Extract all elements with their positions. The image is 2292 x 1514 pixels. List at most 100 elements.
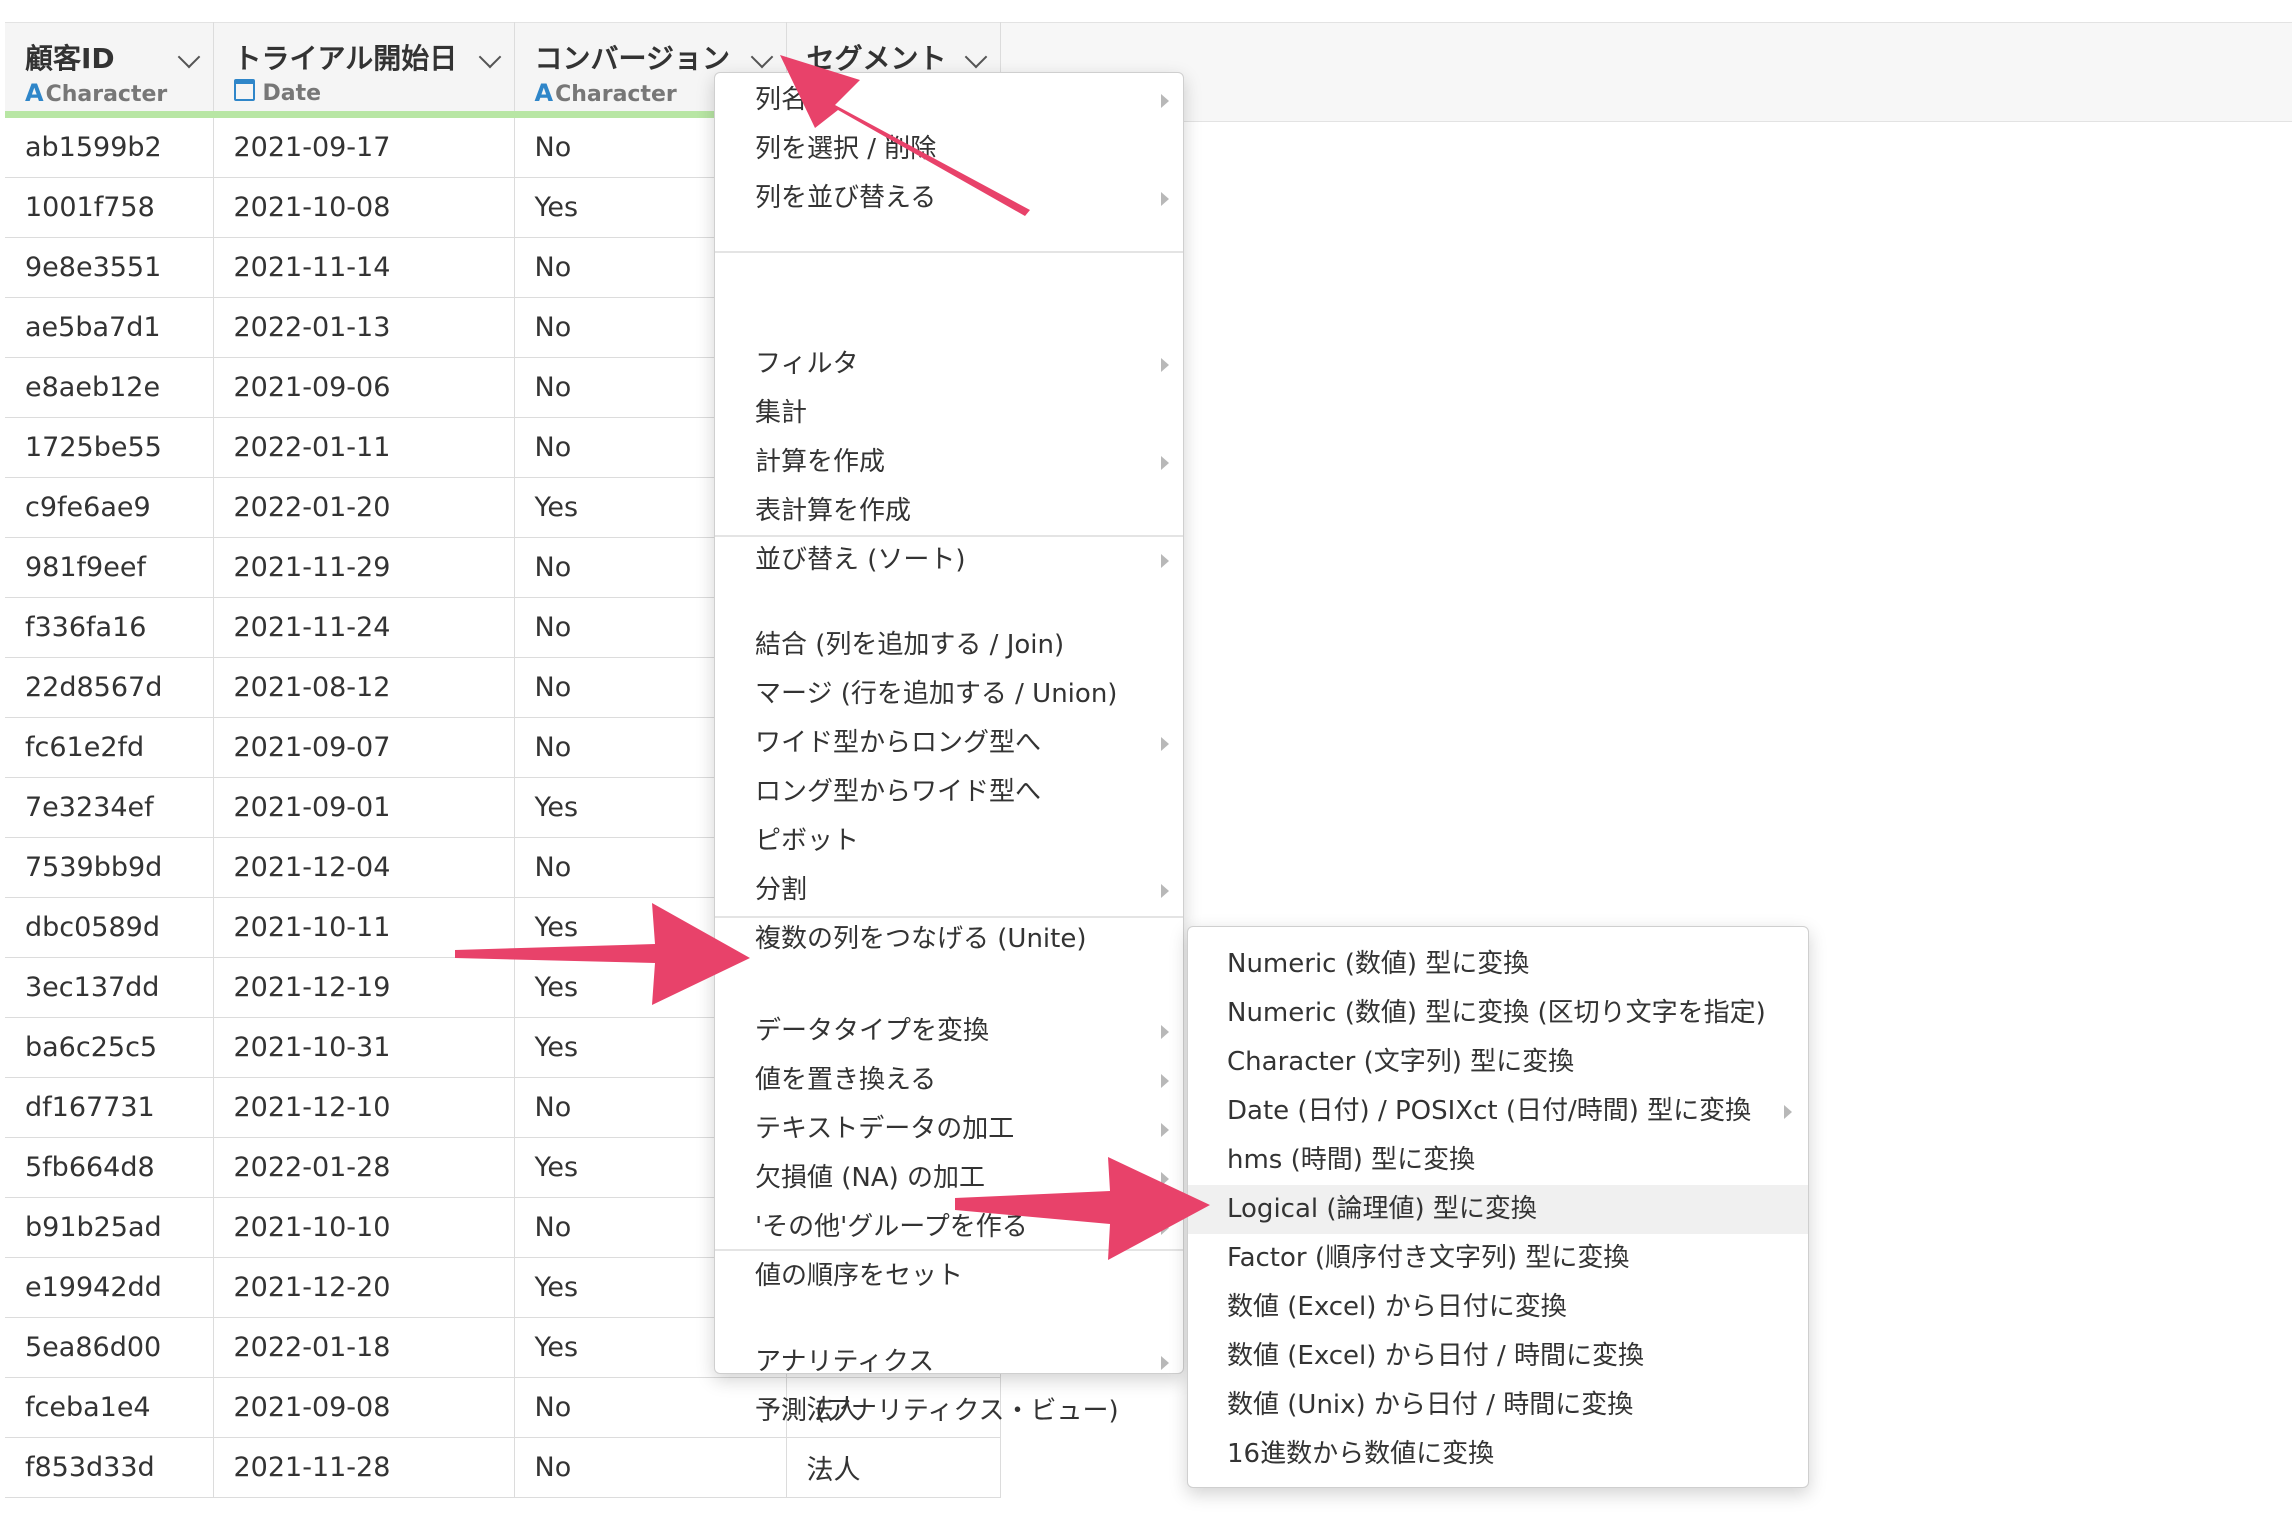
cell-trial-start-date[interactable]: 2021-10-11 bbox=[213, 897, 515, 958]
cell-trial-start-date[interactable]: 2021-11-29 bbox=[213, 537, 515, 598]
menu-item[interactable]: 結合 (列を追加する / Join) bbox=[755, 621, 1175, 670]
cell-customer-id[interactable]: b91b25ad bbox=[5, 1197, 214, 1258]
menu-item[interactable]: 並び替え (ソート) bbox=[755, 536, 1175, 585]
menu-item[interactable]: マージ (行を追加する / Union) bbox=[755, 670, 1175, 719]
menu-item-label: 列を並び替える bbox=[755, 183, 937, 213]
cell-trial-start-date[interactable]: 2021-11-28 bbox=[213, 1437, 515, 1498]
cell-trial-start-date[interactable]: 2021-10-31 bbox=[213, 1017, 515, 1078]
chevron-down-icon[interactable] bbox=[177, 45, 200, 69]
cell-customer-id[interactable]: 1001f758 bbox=[5, 177, 214, 238]
cell-customer-id[interactable]: 7e3234ef bbox=[5, 777, 214, 838]
menu-item[interactable]: 値を置き換える bbox=[755, 1056, 1175, 1105]
submenu-item[interactable]: Numeric (数値) 型に変換 bbox=[1188, 940, 1808, 989]
cell-customer-id[interactable]: 7539bb9d bbox=[5, 837, 214, 898]
chevron-down-icon[interactable] bbox=[750, 45, 773, 69]
cell-customer-id[interactable]: fc61e2fd bbox=[5, 717, 214, 778]
cell-customer-id[interactable]: dbc0589d bbox=[5, 897, 214, 958]
cell-trial-start-date[interactable]: 2022-01-18 bbox=[213, 1317, 515, 1378]
cell-customer-id[interactable]: 22d8567d bbox=[5, 657, 214, 718]
menu-item[interactable]: 'その他'グループを作る bbox=[755, 1203, 1175, 1252]
menu-item[interactable]: 列を選択 / 削除 bbox=[755, 125, 1175, 174]
cell-trial-start-date[interactable]: 2021-09-07 bbox=[213, 717, 515, 778]
cell-trial-start-date[interactable]: 2021-11-24 bbox=[213, 597, 515, 658]
cell-customer-id[interactable]: c9fe6ae9 bbox=[5, 477, 214, 538]
cell-trial-start-date[interactable]: 2021-10-08 bbox=[213, 177, 515, 238]
menu-item[interactable]: データタイプを変換 bbox=[755, 1007, 1175, 1056]
cell-customer-id[interactable]: 5fb664d8 bbox=[5, 1137, 214, 1198]
menu-item[interactable]: ロング型からワイド型へ bbox=[755, 768, 1175, 817]
cell-customer-id[interactable]: e19942dd bbox=[5, 1257, 214, 1318]
menu-item[interactable]: 列名 bbox=[755, 76, 1175, 125]
menu-item[interactable]: 値の順序をセット bbox=[755, 1252, 1175, 1301]
submenu-item[interactable]: 16進数から数値に変換 bbox=[1188, 1430, 1808, 1479]
submenu-arrow-icon bbox=[1161, 1172, 1169, 1186]
chevron-down-icon[interactable] bbox=[478, 45, 501, 69]
cell-customer-id[interactable]: e8aeb12e bbox=[5, 357, 214, 418]
submenu-item[interactable]: Date (日付) / POSIXct (日付/時間) 型に変換 bbox=[1188, 1087, 1808, 1136]
cell-customer-id[interactable]: 3ec137dd bbox=[5, 957, 214, 1018]
menu-item[interactable]: 列を並び替える bbox=[755, 174, 1175, 223]
cell-customer-id[interactable]: df167731 bbox=[5, 1077, 214, 1138]
menu-item[interactable]: ワイド型からロング型へ bbox=[755, 719, 1175, 768]
menu-item-label: 集計 bbox=[755, 398, 808, 428]
cell-trial-start-date[interactable]: 2021-09-08 bbox=[213, 1377, 515, 1438]
column-header-trial-start-date[interactable]: トライアル開始日 Date bbox=[213, 22, 515, 118]
cell-trial-start-date[interactable]: 2022-01-13 bbox=[213, 297, 515, 358]
cell-trial-start-date[interactable]: 2022-01-11 bbox=[213, 417, 515, 478]
submenu-arrow-icon bbox=[1784, 1105, 1792, 1119]
cell-trial-start-date[interactable]: 2021-08-12 bbox=[213, 657, 515, 718]
cell-trial-start-date[interactable]: 2022-01-20 bbox=[213, 477, 515, 538]
cell-trial-start-date[interactable]: 2021-12-20 bbox=[213, 1257, 515, 1318]
menu-item-label: 列名 bbox=[755, 85, 808, 115]
cell-trial-start-date[interactable]: 2021-09-06 bbox=[213, 357, 515, 418]
menu-item-label: テキストデータの加工 bbox=[755, 1114, 1015, 1144]
submenu-item[interactable]: Numeric (数値) 型に変換 (区切り文字を指定) bbox=[1188, 989, 1808, 1038]
cell-customer-id[interactable]: 981f9eef bbox=[5, 537, 214, 598]
cell-trial-start-date[interactable]: 2021-09-01 bbox=[213, 777, 515, 838]
menu-item[interactable]: 分割 bbox=[755, 866, 1175, 915]
cell-trial-start-date[interactable]: 2021-12-10 bbox=[213, 1077, 515, 1138]
cell-customer-id[interactable]: f336fa16 bbox=[5, 597, 214, 658]
menu-item[interactable]: 予測 (アナリティクス・ビュー) bbox=[755, 1387, 1175, 1436]
submenu-item[interactable]: hms (時間) 型に変換 bbox=[1188, 1136, 1808, 1185]
submenu-item[interactable]: 数値 (Excel) から日付に変換 bbox=[1188, 1283, 1808, 1332]
menu-item[interactable]: 集計 bbox=[755, 389, 1175, 438]
menu-item[interactable]: 計算を作成 bbox=[755, 438, 1175, 487]
cell-customer-id[interactable]: 1725be55 bbox=[5, 417, 214, 478]
cell-segment[interactable]: 法人 bbox=[786, 1437, 1001, 1498]
menu-item-label: ピボット bbox=[755, 826, 860, 856]
submenu-item[interactable]: Factor (順序付き文字列) 型に変換 bbox=[1188, 1234, 1808, 1283]
cell-customer-id[interactable]: f853d33d bbox=[5, 1437, 214, 1498]
submenu-item[interactable]: 数値 (Excel) から日付 / 時間に変換 bbox=[1188, 1332, 1808, 1381]
cell-trial-start-date[interactable]: 2021-11-14 bbox=[213, 237, 515, 298]
chevron-down-icon[interactable] bbox=[964, 45, 987, 69]
cell-trial-start-date[interactable]: 2021-10-10 bbox=[213, 1197, 515, 1258]
submenu-item[interactable]: Logical (論理値) 型に変換 bbox=[1188, 1185, 1808, 1234]
cell-customer-id[interactable]: 5ea86d00 bbox=[5, 1317, 214, 1378]
cell-customer-id[interactable]: ab1599b2 bbox=[5, 114, 214, 178]
cell-customer-id[interactable]: ba6c25c5 bbox=[5, 1017, 214, 1078]
menu-item[interactable]: アナリティクス bbox=[755, 1338, 1175, 1387]
cell-customer-id[interactable]: 9e8e3551 bbox=[5, 237, 214, 298]
cell-trial-start-date[interactable]: 2021-09-17 bbox=[213, 114, 515, 178]
column-type: ACharacter bbox=[535, 79, 677, 107]
submenu-item-label: Logical (論理値) 型に変換 bbox=[1227, 1194, 1537, 1224]
table-row[interactable]: f853d33d 2021-11-28 No 法人 bbox=[5, 1437, 1001, 1498]
cell-customer-id[interactable]: ae5ba7d1 bbox=[5, 297, 214, 358]
submenu-item[interactable]: 数値 (Unix) から日付 / 時間に変換 bbox=[1188, 1381, 1808, 1430]
cell-conversion[interactable]: No bbox=[514, 1437, 787, 1498]
cell-trial-start-date[interactable]: 2021-12-04 bbox=[213, 837, 515, 898]
menu-item[interactable]: フィルタ bbox=[755, 340, 1175, 389]
menu-item[interactable]: 欠損値 (NA) の加工 bbox=[755, 1154, 1175, 1203]
menu-item[interactable]: 表計算を作成 bbox=[755, 487, 1175, 536]
menu-item[interactable]: ピボット bbox=[755, 817, 1175, 866]
cell-conversion[interactable]: No bbox=[514, 1377, 787, 1438]
cell-trial-start-date[interactable]: 2022-01-28 bbox=[213, 1137, 515, 1198]
cell-customer-id[interactable]: fceba1e4 bbox=[5, 1377, 214, 1438]
cell-trial-start-date[interactable]: 2021-12-19 bbox=[213, 957, 515, 1018]
column-header-customer-id[interactable]: 顧客ID ACharacter bbox=[5, 22, 214, 118]
menu-item[interactable]: 複数の列をつなげる (Unite) bbox=[755, 915, 1175, 964]
submenu-item[interactable]: Character (文字列) 型に変換 bbox=[1188, 1038, 1808, 1087]
submenu-arrow-icon bbox=[1161, 554, 1169, 568]
menu-item[interactable]: テキストデータの加工 bbox=[755, 1105, 1175, 1154]
